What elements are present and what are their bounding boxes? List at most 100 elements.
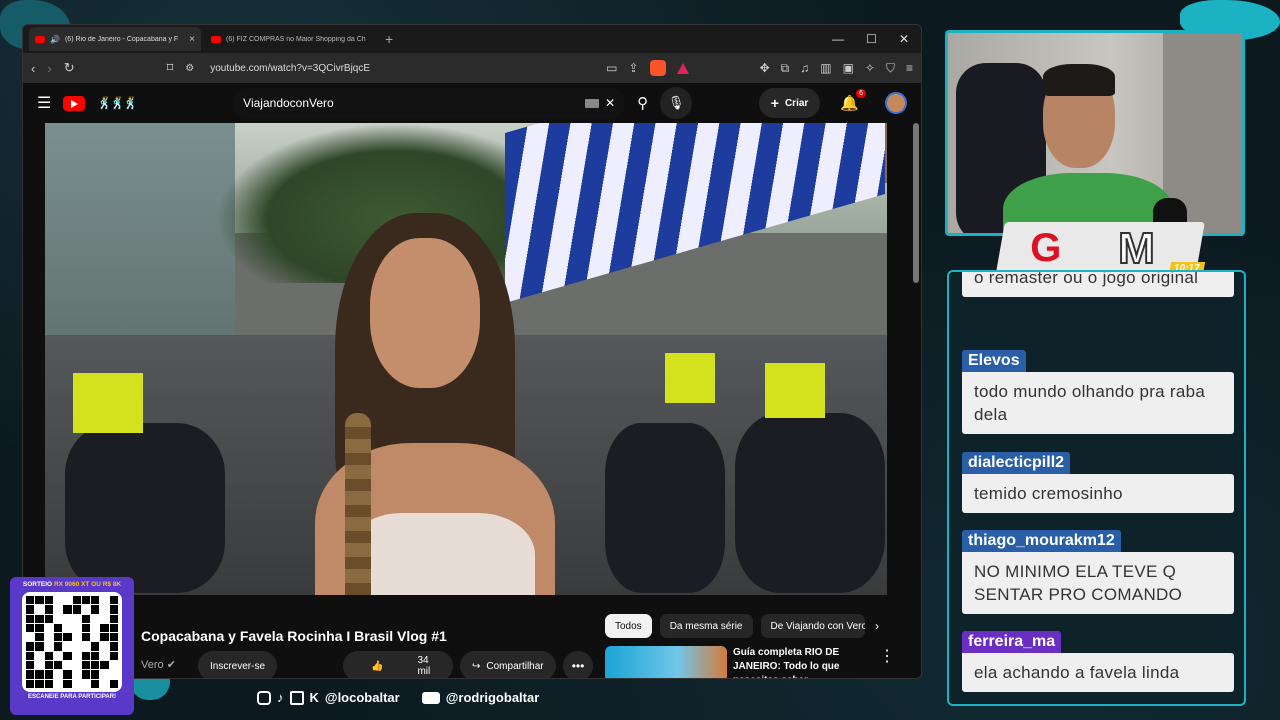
qr-module — [72, 623, 81, 633]
tab-rio-de-janeiro[interactable]: 🔊 (6) Rio de Janeiro - Copacabana y F × — [29, 27, 201, 51]
video-thumbnail[interactable] — [605, 646, 727, 678]
site-info-icon[interactable]: ⚙ — [185, 63, 194, 74]
brave-shields-icon[interactable] — [649, 60, 666, 76]
maximize-button[interactable]: ☐ — [866, 32, 877, 46]
leo-ai-icon[interactable]: ✧ — [865, 61, 875, 75]
qr-module — [91, 614, 100, 623]
qr-module — [91, 670, 100, 679]
close-window-button[interactable]: ✕ — [899, 32, 909, 46]
reload-icon[interactable]: ↻ — [64, 60, 75, 76]
like-button[interactable]: 👍 34 mil — [343, 655, 458, 677]
recommended-video[interactable]: Guía completa RIO DE JANEIRO: Todo lo qu… — [605, 646, 895, 678]
chat-username: thiago_mourakm12 — [962, 530, 1121, 552]
qr-module — [81, 623, 91, 633]
qr-module — [72, 596, 81, 605]
chat-text: todo mundo olhando pra raba dela — [962, 372, 1234, 434]
plus-icon: + — [770, 95, 779, 111]
qr-module — [72, 614, 81, 623]
youtube-doodle-icon[interactable]: 🕺🕺🕺 — [97, 96, 138, 110]
qr-module — [100, 633, 109, 642]
close-tab-icon[interactable]: × — [189, 34, 195, 45]
qr-module — [35, 661, 44, 670]
video-frame — [345, 413, 371, 595]
chat-message: Elevos todo mundo olhando pra raba dela — [962, 350, 1234, 434]
youtube-logo-icon[interactable] — [63, 95, 86, 111]
keyboard-icon[interactable] — [585, 98, 600, 108]
tab-fiz-compras[interactable]: (6) FIZ COMPRAS no Maior Shopping da Ch — [205, 27, 377, 51]
create-button[interactable]: + Criar — [758, 88, 821, 118]
share-page-icon[interactable]: ⇪ — [629, 61, 639, 75]
video-player[interactable] — [45, 123, 887, 595]
qr-module — [100, 623, 109, 633]
qr-module — [53, 642, 63, 651]
qr-module — [109, 651, 118, 661]
thumbs-up-icon: 👍 — [371, 660, 384, 672]
extensions-icon[interactable]: ✥ — [760, 61, 770, 75]
webcam-frame — [1043, 64, 1115, 96]
qr-module — [91, 679, 100, 688]
chip-same-series[interactable]: Da mesma série — [659, 614, 753, 638]
m-logo-icon: M — [1117, 223, 1156, 274]
qr-module — [63, 633, 72, 642]
qr-module — [26, 623, 35, 633]
chip-all[interactable]: Todos — [605, 614, 652, 638]
chat-text: o remaster ou o jogo original — [962, 272, 1234, 297]
recommended-title[interactable]: Guía completa RIO DE JANEIRO: Todo lo qu… — [733, 646, 873, 678]
qr-module — [53, 614, 63, 623]
speaker-icon[interactable]: 🔊 — [50, 35, 60, 44]
qr-module — [100, 614, 109, 623]
qr-code[interactable] — [22, 592, 122, 692]
giveaway-footer: ESCANEIE PARA PARTICIPAR! — [27, 694, 117, 700]
giveaway-prefix: SORTEIO — [22, 581, 53, 588]
chip-from-channel[interactable]: De Viajando con Vero — [760, 614, 865, 638]
menu-icon[interactable]: ≡ — [906, 61, 913, 75]
notifications-icon[interactable]: 🔔 6 — [840, 89, 866, 112]
vpn-icon[interactable]: ⛉ — [886, 61, 895, 76]
qr-module — [44, 614, 53, 623]
search-box[interactable]: ViajandoconVero ✕ — [233, 88, 626, 118]
search-icon[interactable]: ⚲ — [637, 94, 648, 112]
video-frame — [665, 353, 715, 403]
clear-search-icon[interactable]: ✕ — [605, 96, 615, 110]
qr-module — [81, 605, 91, 614]
qr-module — [44, 605, 53, 614]
new-tab-button[interactable]: + — [385, 31, 393, 47]
subscribe-button[interactable]: Inscrever-se — [198, 651, 278, 678]
bookmark-icon[interactable]: ⌑ — [167, 60, 174, 76]
screenshot-icon[interactable]: ⧉ — [781, 61, 790, 76]
more-vert-icon[interactable]: ⋮ — [879, 646, 895, 678]
tab-bar: 🔊 (6) Rio de Janeiro - Copacabana y F × … — [23, 25, 921, 53]
qr-module — [44, 623, 53, 633]
giveaway-prize: RX 9060 XT OU R$ 8K — [53, 581, 122, 588]
share-button[interactable]: ↪ Compartilhar — [460, 651, 556, 678]
minimize-button[interactable]: — — [832, 32, 844, 46]
hamburger-menu-icon[interactable]: ☰ — [37, 93, 51, 113]
social-handles: ♪ K @locobaltar @rodrigobaltar — [257, 690, 539, 705]
cast-icon[interactable]: ▭ — [606, 61, 617, 75]
qr-module — [109, 633, 118, 642]
wallet-icon[interactable]: ▣ — [843, 61, 854, 75]
qr-module — [53, 623, 63, 633]
back-icon[interactable]: ‹ — [31, 61, 35, 76]
qr-module — [44, 661, 53, 670]
more-actions-icon[interactable]: ••• — [563, 651, 593, 678]
scrollbar[interactable] — [913, 123, 919, 283]
avatar[interactable] — [885, 92, 907, 114]
sidebar-icon[interactable]: ▥ — [820, 61, 831, 75]
media-icon[interactable]: ♫ — [800, 61, 809, 75]
voice-search-icon[interactable]: 🎙 — [660, 87, 693, 119]
share-label: Compartilhar — [486, 660, 544, 672]
qr-module — [44, 670, 53, 679]
brave-rewards-icon[interactable] — [676, 62, 689, 74]
chat-text: temido cremosinho — [962, 474, 1234, 513]
twitch-icon — [289, 690, 304, 705]
video-frame — [765, 363, 825, 418]
video-frame — [735, 413, 885, 593]
forward-icon[interactable]: › — [47, 61, 51, 76]
qr-module — [81, 651, 91, 661]
chevron-right-icon[interactable]: › — [875, 619, 879, 633]
channel-name[interactable]: Vero ✔ — [141, 658, 176, 671]
qr-module — [63, 651, 72, 661]
url-field[interactable]: youtube.com/watch?v=3QCivrBjqcE — [210, 63, 370, 74]
search-input[interactable]: ViajandoconVero — [243, 96, 579, 110]
